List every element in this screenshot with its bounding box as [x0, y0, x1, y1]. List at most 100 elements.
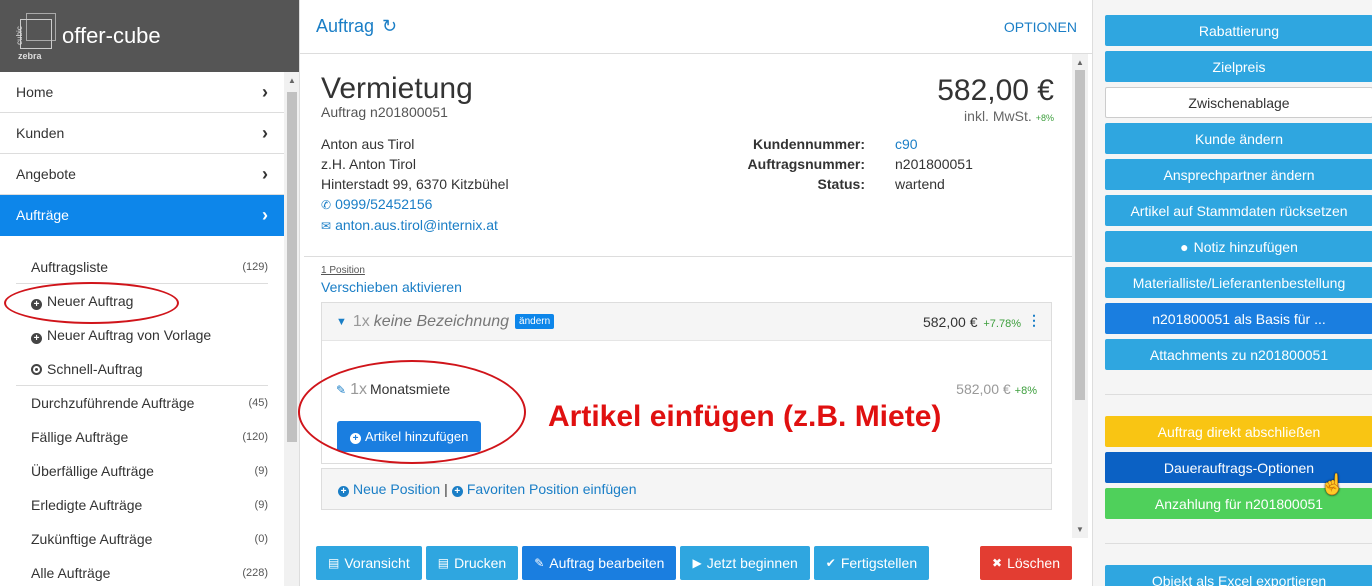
- chevron-right-icon: ›: [262, 122, 268, 143]
- start-now-button[interactable]: ▶ Jetzt beginnen: [680, 546, 810, 580]
- divider: [1105, 543, 1372, 544]
- base-for-button[interactable]: n201800051 als Basis für ...: [1105, 303, 1372, 334]
- chevron-right-icon: ›: [262, 163, 268, 184]
- change-badge[interactable]: ändern: [515, 314, 555, 329]
- play-icon: ▶: [692, 556, 702, 570]
- finish-button[interactable]: ✔ Fertigstellen: [813, 546, 930, 580]
- order-content: Vermietung Auftrag n201800051 582,00 € i…: [304, 54, 1072, 538]
- sub-item-zukuenftige[interactable]: Zukünftige Aufträge (0): [16, 522, 268, 556]
- phone-icon: ✆: [321, 198, 332, 212]
- position-count: 1 Position: [321, 265, 365, 276]
- dot-circle-icon: [31, 363, 42, 375]
- sub-item-durchzufuehrende[interactable]: Durchzuführende Aufträge (45): [16, 386, 268, 420]
- refresh-icon[interactable]: ↻: [382, 16, 397, 36]
- count-badge: (129): [242, 260, 268, 273]
- cube-logo-icon: cubic zebra: [12, 11, 56, 61]
- sub-item-ueberfaellige[interactable]: Überfällige Aufträge (9): [16, 454, 268, 488]
- plus-circle-icon: +: [31, 332, 42, 344]
- count-badge: (9): [254, 499, 268, 511]
- sub-item-erledigte[interactable]: Erledigte Aufträge (9): [16, 488, 268, 522]
- check-icon: ✔: [825, 556, 836, 570]
- nav-item-home[interactable]: Home ›: [0, 72, 284, 113]
- group-price: 582,00 € +7.78%: [922, 314, 1021, 330]
- scroll-up-icon[interactable]: ▲: [288, 76, 296, 85]
- export-excel-button[interactable]: Objekt als Excel exportieren: [1105, 565, 1372, 586]
- target-price-button[interactable]: Zielpreis: [1105, 51, 1372, 82]
- right-action-panel: Rabattierung Zielpreis Zwischenablage Ku…: [1092, 0, 1372, 586]
- annotation-text: Artikel einfügen (z.B. Miete): [548, 400, 942, 433]
- annotation-circle: [298, 360, 526, 464]
- group-name: keine Bezeichnung: [373, 312, 510, 330]
- brand-name: offer-cube: [62, 23, 161, 48]
- move-toggle-link[interactable]: Verschieben aktivieren: [321, 279, 462, 295]
- order-header: Vermietung Auftrag n201800051 582,00 € i…: [321, 72, 1056, 124]
- favorite-position-link[interactable]: + Favoriten Position einfügen: [451, 481, 636, 497]
- main-header: Auftrag ↻ OPTIONEN: [300, 0, 1092, 54]
- sub-item-neuer-auftrag-vorlage[interactable]: + Neuer Auftrag von Vorlage: [16, 318, 268, 352]
- hand-cursor-icon: ☝: [1320, 474, 1345, 496]
- options-link[interactable]: OPTIONEN: [1004, 19, 1077, 35]
- main-panel: Auftrag ↻ OPTIONEN Vermietung Auftrag n2…: [300, 0, 1092, 586]
- page-title: Auftrag: [316, 16, 375, 36]
- mail-icon: ✉: [321, 219, 332, 233]
- email-link[interactable]: ✉ anton.aus.tirol@internix.at: [321, 215, 509, 236]
- scrollbar-thumb[interactable]: [287, 92, 297, 442]
- order-total: 582,00 €: [937, 74, 1054, 107]
- edit-order-button[interactable]: ✎ Auftrag bearbeiten: [522, 546, 677, 580]
- customer-address: Anton aus Tirol z.H. Anton Tirol Hinters…: [321, 134, 509, 236]
- clipboard-button[interactable]: Zwischenablage: [1105, 87, 1372, 118]
- kebab-menu-icon[interactable]: ⋮: [1027, 312, 1041, 329]
- sidebar-scrollbar[interactable]: ▲: [284, 72, 299, 586]
- main-nav: Home › Kunden › Angebote › Aufträge › Auftra…: [0, 72, 284, 586]
- add-note-button[interactable]: ● Notiz hinzufügen: [1105, 231, 1372, 262]
- price-note: inkl. MwSt. +8%: [964, 108, 1054, 124]
- chevron-right-icon: ›: [262, 204, 268, 225]
- sub-item-faellige[interactable]: Fällige Aufträge (120): [16, 420, 268, 454]
- chevron-right-icon: ›: [262, 81, 268, 102]
- pencil-icon: ✎: [534, 556, 545, 570]
- pdf-icon: ▤: [328, 556, 340, 570]
- discount-button[interactable]: Rabattierung: [1105, 15, 1372, 46]
- scroll-up-icon[interactable]: ▲: [1076, 58, 1084, 67]
- material-list-button[interactable]: Materialliste/Lieferantenbestellung: [1105, 267, 1372, 298]
- nav-item-auftraege[interactable]: Aufträge ›: [0, 195, 284, 236]
- comment-icon: ●: [1180, 238, 1189, 255]
- position-group-header[interactable]: ▼ 1x keine Bezeichnung ändern 582,00 € +…: [322, 303, 1051, 341]
- status-value: wartend: [895, 176, 945, 192]
- count-badge: (45): [248, 397, 268, 409]
- sidebar: cubic zebra offer-cube Home › Kunden › Ang…: [0, 0, 300, 586]
- attachments-button[interactable]: Attachments zu n201800051: [1105, 339, 1372, 370]
- sub-item-alle[interactable]: Alle Aufträge (228): [16, 556, 268, 586]
- change-contact-button[interactable]: Ansprechpartner ändern: [1105, 159, 1372, 190]
- close-icon: ✖: [992, 556, 1003, 570]
- order-details: Kundennummer: c90 Auftragsnummer: n2018000…: [747, 134, 973, 192]
- footer-toolbar: ▤ Voransicht ▤ Drucken ✎ Auftrag bearbeiten…: [316, 546, 1078, 586]
- plus-circle-icon: +: [338, 486, 349, 497]
- print-button[interactable]: ▤ Drucken: [425, 546, 519, 580]
- sub-item-auftragsliste[interactable]: Auftragsliste (129): [16, 250, 268, 284]
- close-order-button[interactable]: Auftrag direkt abschließen: [1105, 416, 1372, 447]
- new-position-link[interactable]: + Neue Position: [338, 481, 440, 497]
- preview-button[interactable]: ▤ Voransicht: [316, 546, 422, 580]
- main-scrollbar[interactable]: ▲ ▼: [1072, 54, 1088, 538]
- caret-down-icon[interactable]: ▼: [336, 316, 347, 328]
- count-badge: (228): [242, 567, 268, 579]
- change-customer-button[interactable]: Kunde ändern: [1105, 123, 1372, 154]
- plus-circle-icon: +: [451, 486, 463, 497]
- new-position-bar: + Neue Position | + Favoriten Position ein…: [321, 468, 1052, 510]
- brand-header[interactable]: cubic zebra offer-cube: [0, 0, 299, 72]
- delete-button[interactable]: ✖ Löschen: [980, 546, 1072, 580]
- phone-link[interactable]: ✆ 0999/52452156: [321, 194, 509, 215]
- divider: [1105, 394, 1372, 395]
- count-badge: (120): [242, 431, 268, 443]
- pdf-icon: ▤: [437, 556, 450, 570]
- article-price: 582,00 € +8%: [956, 381, 1037, 397]
- sub-item-schnell-auftrag[interactable]: Schnell-Auftrag: [16, 352, 268, 386]
- scrollbar-thumb[interactable]: [1075, 70, 1085, 400]
- reset-articles-button[interactable]: Artikel auf Stammdaten rücksetzen: [1105, 195, 1372, 226]
- nav-item-angebote[interactable]: Angebote ›: [0, 154, 284, 195]
- annotation-circle: [4, 282, 179, 324]
- customer-number-link[interactable]: c90: [895, 134, 918, 154]
- scroll-down-icon[interactable]: ▼: [1076, 525, 1084, 534]
- nav-item-kunden[interactable]: Kunden ›: [0, 113, 284, 154]
